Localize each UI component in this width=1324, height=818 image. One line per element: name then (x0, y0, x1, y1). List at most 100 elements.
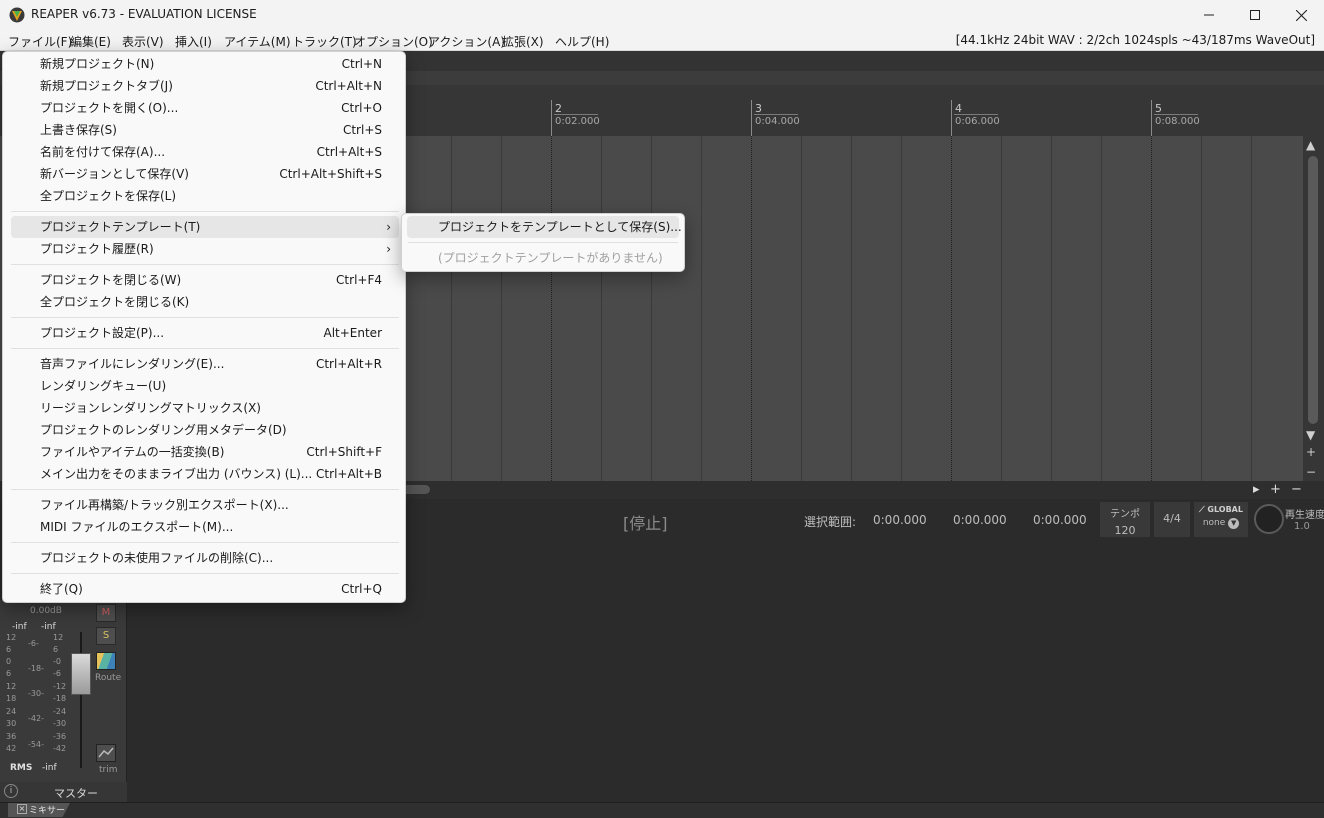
master-fader[interactable] (71, 653, 91, 695)
submenu-arrow-icon: › (386, 242, 391, 256)
menu-save-as[interactable]: 名前を付けて保存(A)... Ctrl+Alt+S (11, 141, 399, 163)
trim-label: trim (99, 765, 118, 775)
zoom-in-vertical-icon[interactable]: + (1306, 446, 1316, 458)
close-button[interactable] (1278, 0, 1324, 30)
grid-line (451, 136, 452, 481)
menu-item[interactable]: アイテム(M) (224, 33, 291, 50)
grid-line (1051, 136, 1052, 481)
grid-line (1251, 136, 1252, 481)
master-name: マスター (54, 787, 98, 800)
global-label: ⟋ GLOBAL (1199, 505, 1243, 514)
selection-length[interactable]: 0:00.000 (1033, 513, 1087, 527)
menu-view[interactable]: 表示(V) (122, 33, 164, 50)
menu-separator (11, 542, 399, 543)
meter-scale-right: -30 (53, 719, 67, 728)
menu-recent-projects[interactable]: プロジェクト履歴(R) › (11, 238, 399, 260)
menu-region-render-matrix[interactable]: リージョンレンダリングマトリックス(X) (11, 397, 399, 419)
menu-close-project[interactable]: プロジェクトを閉じる(W) Ctrl+F4 (11, 269, 399, 291)
menu-no-templates: (プロジェクトテンプレートがありません) (438, 251, 663, 265)
menu-help[interactable]: ヘルプ(H) (555, 33, 609, 50)
menu-save-new-version[interactable]: 新バージョンとして保存(V) Ctrl+Alt+Shift+S (11, 163, 399, 185)
grid-line (1101, 136, 1102, 481)
master-volume-db: 0.00dB (30, 606, 62, 616)
menu-track[interactable]: トラック(T) (292, 33, 357, 50)
menu-live-output[interactable]: メイン出力をそのままライブ出力 (バウンス) (L)... Ctrl+Alt+B (11, 463, 399, 485)
menu-separator (11, 489, 399, 490)
meter-scale-left: 0 (6, 657, 12, 666)
playrate-knob[interactable] (1254, 504, 1284, 534)
global-value: none ▼ (1194, 518, 1248, 529)
minimize-button[interactable] (1186, 0, 1232, 30)
menu-quit[interactable]: 終了(Q) Ctrl+Q (11, 578, 399, 600)
selection-start[interactable]: 0:00.000 (873, 513, 927, 527)
automation-mode-control[interactable]: ⟋ GLOBAL none ▼ (1194, 502, 1248, 537)
grid-line (851, 136, 852, 481)
meter-scale-left: 24 (6, 707, 17, 716)
master-mute-button[interactable]: M (96, 604, 116, 622)
meter-scale-mid: -6- (28, 639, 39, 648)
zoom-out-horizontal-icon[interactable]: − (1291, 483, 1302, 496)
window-title: REAPER v6.73 - EVALUATION LICENSE (31, 7, 257, 21)
project-template-submenu: プロジェクトをテンプレートとして保存(S)... (プロジェクトテンプレートがあ… (401, 213, 685, 272)
menu-save-as-template[interactable]: プロジェクトをテンプレートとして保存(S)... (407, 216, 682, 238)
grid-line (651, 136, 652, 481)
playrate-label: 再生速度 (1285, 510, 1324, 521)
meter-scale-right: -24 (53, 707, 67, 716)
meter-scale-left: 6 (6, 645, 12, 654)
scroll-right-icon[interactable]: ▸ (1253, 483, 1260, 496)
meter-scale-right: -0 (53, 657, 61, 666)
grid-line (901, 136, 902, 481)
meter-scale-mid: -18- (28, 664, 44, 673)
maximize-button[interactable] (1232, 0, 1278, 30)
scroll-down-icon[interactable]: ▼ (1306, 429, 1315, 441)
menu-save[interactable]: 上書き保存(S) Ctrl+S (11, 119, 399, 141)
menu-new-project[interactable]: 新規プロジェクト(N) Ctrl+N (11, 53, 399, 75)
menu-close-all-projects[interactable]: 全プロジェクトを閉じる(K) (11, 291, 399, 313)
vertical-scroll-thumb[interactable] (1308, 156, 1318, 424)
menu-insert[interactable]: 挿入(I) (175, 33, 212, 50)
info-icon[interactable]: i (4, 784, 18, 798)
zoom-out-vertical-icon[interactable]: − (1306, 466, 1316, 478)
submenu-arrow-icon: › (386, 220, 391, 234)
master-solo-button[interactable]: S (96, 627, 116, 645)
menu-extensions[interactable]: 拡張(X) (502, 33, 544, 50)
menu-options[interactable]: オプション(O) (354, 33, 433, 50)
menu-file[interactable]: ファイル(F) (8, 33, 72, 50)
ruler-tick (551, 100, 552, 136)
ruler-tick (951, 100, 952, 136)
tempo-control[interactable]: テンポ 120 (1100, 502, 1150, 537)
meter-scale-right: 6 (53, 645, 59, 654)
menu-actions[interactable]: アクション(A) (428, 33, 505, 50)
menu-edit[interactable]: 編集(E) (70, 33, 111, 50)
transport-state: [停止] (623, 514, 668, 533)
selection-end[interactable]: 0:00.000 (953, 513, 1007, 527)
menu-render-to-file[interactable]: 音声ファイルにレンダリング(E)... Ctrl+Alt+R (11, 353, 399, 375)
close-tab-icon[interactable]: × (17, 804, 27, 814)
meter-scale-right: -18 (53, 694, 67, 703)
meter-scale-mid: -30- (28, 689, 44, 698)
menu-render-queue[interactable]: レンダリングキュー(U) (11, 375, 399, 397)
trim-icon[interactable] (96, 744, 116, 762)
grid-line (1001, 136, 1002, 481)
menu-save-all[interactable]: 全プロジェクトを保存(L) (11, 185, 399, 207)
meter-scale-right: -12 (53, 682, 67, 691)
menu-render-metadata[interactable]: プロジェクトのレンダリング用メタデータ(D) (11, 419, 399, 441)
time-signature-control[interactable]: 4/4 (1154, 502, 1190, 537)
ruler-time-label: 0:06.000 (955, 116, 1000, 127)
menu-open-project[interactable]: プロジェクトを開く(O)... Ctrl+O (11, 97, 399, 119)
menu-project-settings[interactable]: プロジェクト設定(P)... Alt+Enter (11, 322, 399, 344)
meter-scale-right: -36 (53, 732, 67, 741)
menu-project-templates[interactable]: プロジェクトテンプレート(T) › (11, 216, 399, 238)
menu-new-project-tab[interactable]: 新規プロジェクトタブ(J) Ctrl+Alt+N (11, 75, 399, 97)
menu-clean-unused-files[interactable]: プロジェクトの未使用ファイルの削除(C)... (11, 547, 399, 569)
menu-consolidate-export[interactable]: ファイル再構築/トラック別エクスポート(X)... (11, 494, 399, 516)
grid-line (501, 136, 502, 481)
zoom-in-horizontal-icon[interactable]: + (1270, 483, 1281, 496)
menu-separator (11, 317, 399, 318)
file-menu: 新規プロジェクト(N) Ctrl+N 新規プロジェクトタブ(J) Ctrl+Alt+… (2, 51, 406, 603)
menu-export-midi[interactable]: MIDI ファイルのエクスポート(M)... (11, 516, 399, 538)
menu-batch-convert[interactable]: ファイルやアイテムの一括変換(B) Ctrl+Shift+F (11, 441, 399, 463)
meter-scale-mid: -42- (28, 714, 44, 723)
route-icon[interactable] (96, 652, 116, 670)
scroll-up-icon[interactable]: ▲ (1306, 139, 1315, 151)
